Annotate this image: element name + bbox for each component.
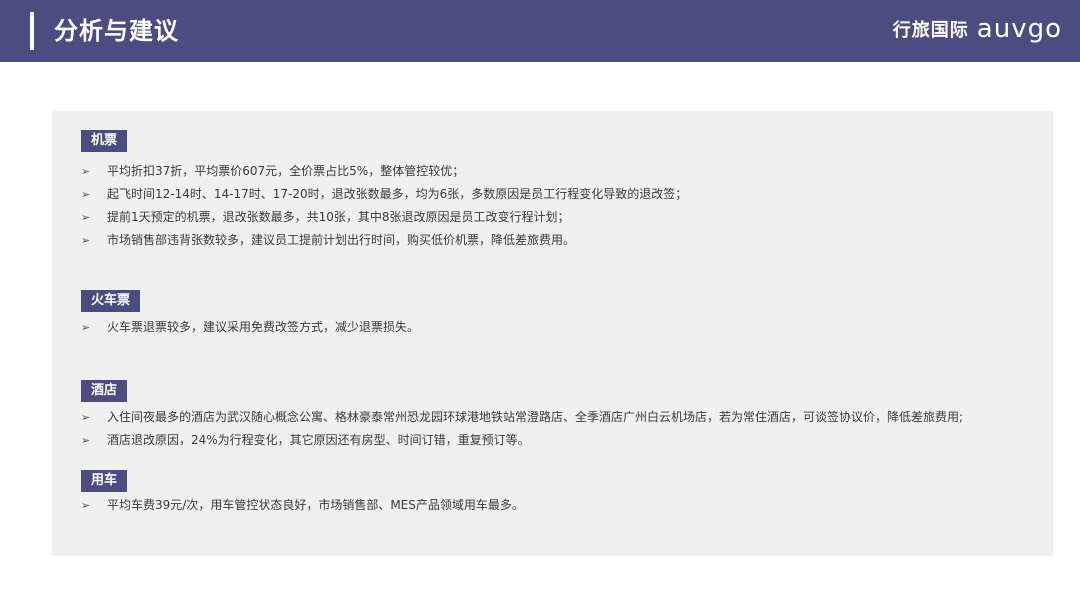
list-item: ➢ 火车票退票较多，建议采用免费改签方式，减少退票损失。 [81,316,419,339]
arrow-bullet-icon: ➢ [81,234,91,247]
section-car: 用车 ➢ 平均车费39元/次，用车管控状态良好，市场销售部、MES产品领域用车最多… [81,469,524,517]
list-item: ➢ 提前1天预定的机票，退改张数最多，共10张，其中8张退改原因是员工改变行程计划… [81,206,570,229]
item-list: ➢ 平均折扣37折，平均票价607元，全价票占比5%，整体管控较优； ➢ 起飞时间1… [81,160,687,252]
brand-logo: 行旅国际 auvgo [893,14,1062,44]
list-item: ➢ 市场销售部违背张数较多，建议员工提前计划出行时间，购买低价机票，降低差旅费用。 [81,229,575,252]
section-train: 火车票 ➢ 火车票退票较多，建议采用免费改签方式，减少退票损失。 [81,289,419,339]
item-list: ➢ 入住间夜最多的酒店为武汉随心概念公寓、格林豪泰常州恐龙园环球港地铁站常澄路店、… [81,406,963,452]
section-hotel: 酒店 ➢ 入住间夜最多的酒店为武汉随心概念公寓、格林豪泰常州恐龙园环球港地铁站常澄… [81,379,963,452]
section-flight: 机票 ➢ 平均折扣37折，平均票价607元，全价票占比5%，整体管控较优； ➢ 起飞… [81,129,687,252]
list-item: ➢ 入住间夜最多的酒店为武汉随心概念公寓、格林豪泰常州恐龙园环球港地铁站常澄路店、… [81,406,963,429]
arrow-bullet-icon: ➢ [81,434,91,447]
section-tag: 机票 [81,130,128,152]
item-list: ➢ 平均车费39元/次，用车管控状态良好，市场销售部、MES产品领域用车最多。 [81,494,524,517]
section-tag: 用车 [81,470,128,492]
section-tag: 酒店 [81,380,128,402]
header-bar: 分析与建议 行旅国际 auvgo [0,0,1080,62]
section-tag: 火车票 [81,290,141,312]
list-item: ➢ 酒店退改原因，24%为行程变化，其它原因还有房型、时间订错，重复预订等。 [81,429,530,452]
arrow-bullet-icon: ➢ [81,188,91,201]
list-item: ➢ 起飞时间12-14时、14-17时、17-20时，退改张数最多，均为6张，多数… [81,183,687,206]
brand-name-cn: 行旅国际 [892,20,969,41]
list-item: ➢ 平均车费39元/次，用车管控状态良好，市场销售部、MES产品领域用车最多。 [81,494,524,517]
list-item: ➢ 平均折扣37折，平均票价607元，全价票占比5%，整体管控较优； [81,160,464,183]
arrow-bullet-icon: ➢ [81,211,91,224]
title-accent-bar [30,12,34,50]
arrow-bullet-icon: ➢ [81,165,91,178]
arrow-bullet-icon: ➢ [81,499,91,512]
arrow-bullet-icon: ➢ [81,321,91,334]
arrow-bullet-icon: ➢ [81,411,91,424]
item-list: ➢ 火车票退票较多，建议采用免费改签方式，减少退票损失。 [81,316,419,339]
brand-name-en: auvgo [976,14,1062,44]
page-title: 分析与建议 [54,17,179,45]
